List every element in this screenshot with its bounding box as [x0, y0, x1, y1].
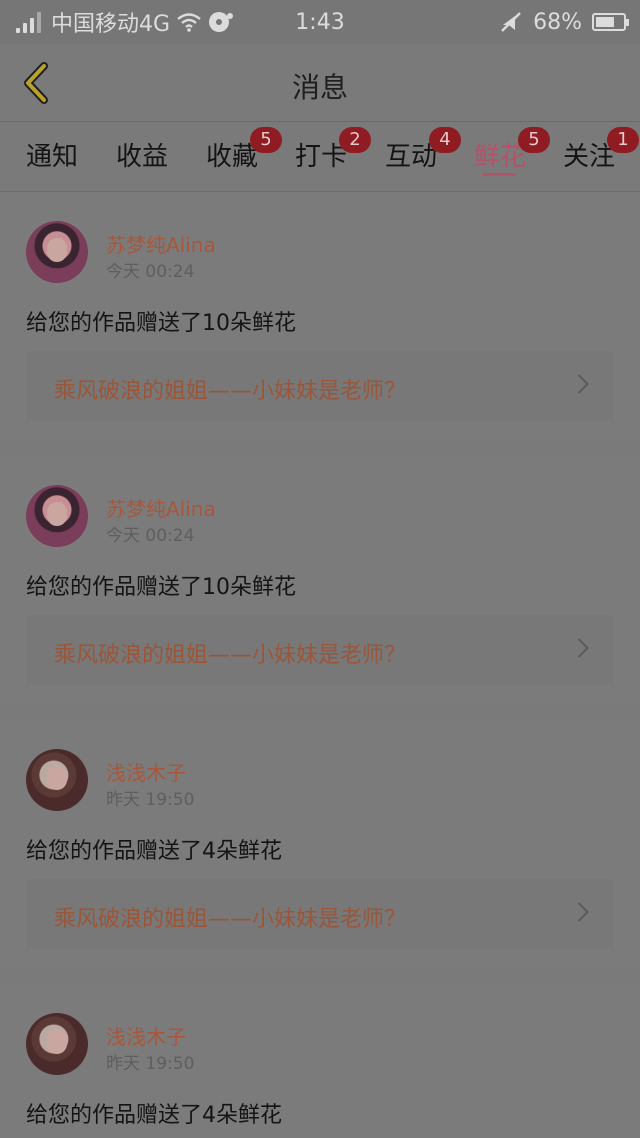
chevron-right-icon	[569, 374, 589, 394]
tab-flowers[interactable]: 鲜花 5	[474, 127, 550, 186]
work-title: 乘风破浪的姐姐——小妹妹是老师？	[54, 643, 407, 668]
avatar[interactable]	[26, 221, 88, 283]
active-tab-indicator	[482, 173, 516, 176]
message-card: 浅浅木子 昨天 19:50 给您的作品赠送了4朵鲜花	[0, 985, 640, 1138]
message-card: 苏梦纯Alina 今天 00:24 给您的作品赠送了10朵鲜花 乘风破浪的姐姐—…	[0, 193, 640, 439]
screen: 中国移动4G 1:43 68% 消息 通知 收益 收藏 5 打卡 2 互动 4 …	[0, 0, 640, 1138]
work-link[interactable]: 乘风破浪的姐姐——小妹妹是老师？	[26, 351, 614, 421]
message-time: 今天 00:24	[106, 262, 195, 282]
battery-icon	[592, 13, 629, 31]
tab-badge: 5	[250, 127, 282, 153]
tab-label: 通知	[26, 142, 79, 172]
work-link[interactable]: 乘风破浪的姐姐——小妹妹是老师？	[26, 615, 614, 685]
message-card: 苏梦纯Alina 今天 00:24 给您的作品赠送了10朵鲜花 乘风破浪的姐姐—…	[0, 457, 640, 703]
work-link[interactable]: 乘风破浪的姐姐——小妹妹是老师？	[26, 879, 614, 949]
work-title: 乘风破浪的姐姐——小妹妹是老师？	[54, 379, 407, 404]
message-text: 给您的作品赠送了4朵鲜花	[26, 839, 282, 864]
tab-favorites[interactable]: 收藏 5	[206, 127, 282, 186]
status-bar: 中国移动4G 1:43 68%	[0, 0, 640, 44]
work-title: 乘风破浪的姐姐——小妹妹是老师？	[54, 907, 407, 932]
status-right: 68%	[499, 8, 629, 36]
author-name[interactable]: 苏梦纯Alina	[106, 229, 216, 258]
mute-icon	[501, 12, 521, 32]
tab-badge: 2	[339, 127, 371, 153]
author-name[interactable]: 苏梦纯Alina	[106, 493, 216, 522]
message-feed: 苏梦纯Alina 今天 00:24 给您的作品赠送了10朵鲜花 乘风破浪的姐姐—…	[0, 193, 640, 1138]
tab-badge: 4	[429, 127, 461, 153]
tab-bar: 通知 收益 收藏 5 打卡 2 互动 4 鲜花 5 关注 1	[0, 122, 640, 192]
avatar[interactable]	[26, 749, 88, 811]
message-time: 昨天 19:50	[106, 1054, 195, 1074]
message-time: 今天 00:24	[106, 526, 195, 546]
author-name[interactable]: 浅浅木子	[106, 757, 186, 786]
tab-badge: 5	[518, 127, 550, 153]
message-text: 给您的作品赠送了4朵鲜花	[26, 1103, 282, 1128]
avatar[interactable]	[26, 485, 88, 547]
nav-header: 消息	[0, 44, 640, 122]
tab-interaction[interactable]: 互动 4	[385, 127, 461, 186]
message-text: 给您的作品赠送了10朵鲜花	[26, 575, 296, 600]
tab-notice[interactable]: 通知	[26, 134, 80, 186]
battery-fill	[596, 17, 614, 27]
message-card: 浅浅木子 昨天 19:50 给您的作品赠送了4朵鲜花 乘风破浪的姐姐——小妹妹是…	[0, 721, 640, 967]
page-title: 消息	[291, 71, 348, 104]
author-name[interactable]: 浅浅木子	[106, 1021, 186, 1050]
avatar[interactable]	[26, 1013, 88, 1075]
message-text: 给您的作品赠送了10朵鲜花	[26, 311, 296, 336]
tab-earnings[interactable]: 收益	[116, 134, 170, 186]
tab-label: 收益	[116, 142, 169, 172]
tab-checkin[interactable]: 打卡 2	[295, 127, 371, 186]
tab-follow[interactable]: 关注 1	[563, 127, 639, 186]
chevron-right-icon	[569, 638, 589, 658]
chevron-right-icon	[569, 902, 589, 922]
tab-badge: 1	[607, 127, 639, 153]
battery-percent: 68%	[533, 9, 582, 35]
message-time: 昨天 19:50	[106, 790, 195, 810]
